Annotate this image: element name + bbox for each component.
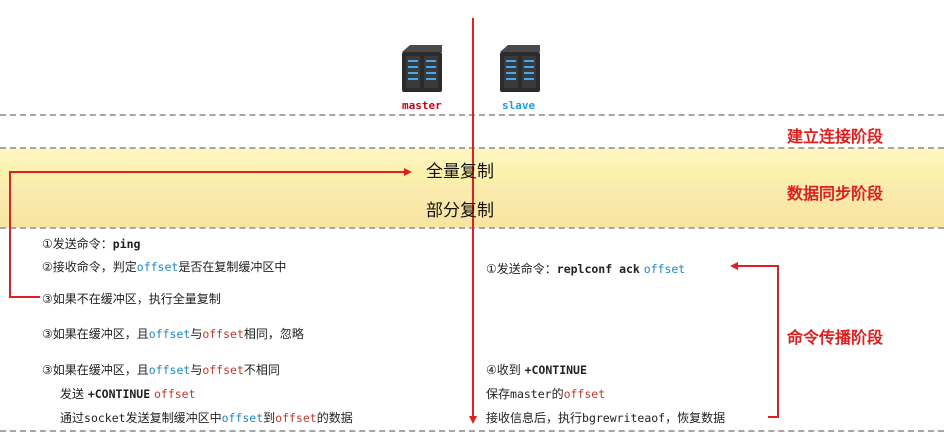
left-step-diff-offset: ③如果在缓冲区，且offset与offset不相同 (42, 363, 280, 377)
right-step-bgrewriteaof: 接收信息后，执行bgrewriteaof，恢复数据 (486, 411, 726, 425)
left-step-full-sync: ③如果不在缓冲区，执行全量复制 (42, 292, 221, 306)
partial-sync-label: 部分复制 (426, 201, 494, 221)
propagate-loop-arrow (730, 262, 779, 418)
left-step-same-offset: ③如果在缓冲区，且offset与offset相同，忽略 (42, 327, 304, 341)
right-step-save-offset: 保存master的offset (486, 387, 606, 401)
full-sync-label: 全量复制 (426, 162, 494, 182)
phase-connect: 建立连接阶段 (787, 127, 884, 146)
right-step-receive-continue: ④收到 +CONTINUE (486, 363, 587, 377)
left-step-send-continue: 发送 +CONTINUE offset (60, 387, 196, 401)
phase-sync: 数据同步阶段 (787, 184, 884, 203)
phase-propagate: 命令传播阶段 (787, 328, 884, 347)
right-step-replconf: ①发送命令：replconf ack offset (486, 262, 686, 276)
left-step-send-buffer: 通过socket发送复制缓冲区中offset到offset的数据 (60, 411, 353, 425)
left-step-ping: ①发送命令：ping (42, 237, 141, 251)
left-step-check-offset: ②接收命令，判定offset是否在复制缓冲区中 (42, 260, 287, 274)
